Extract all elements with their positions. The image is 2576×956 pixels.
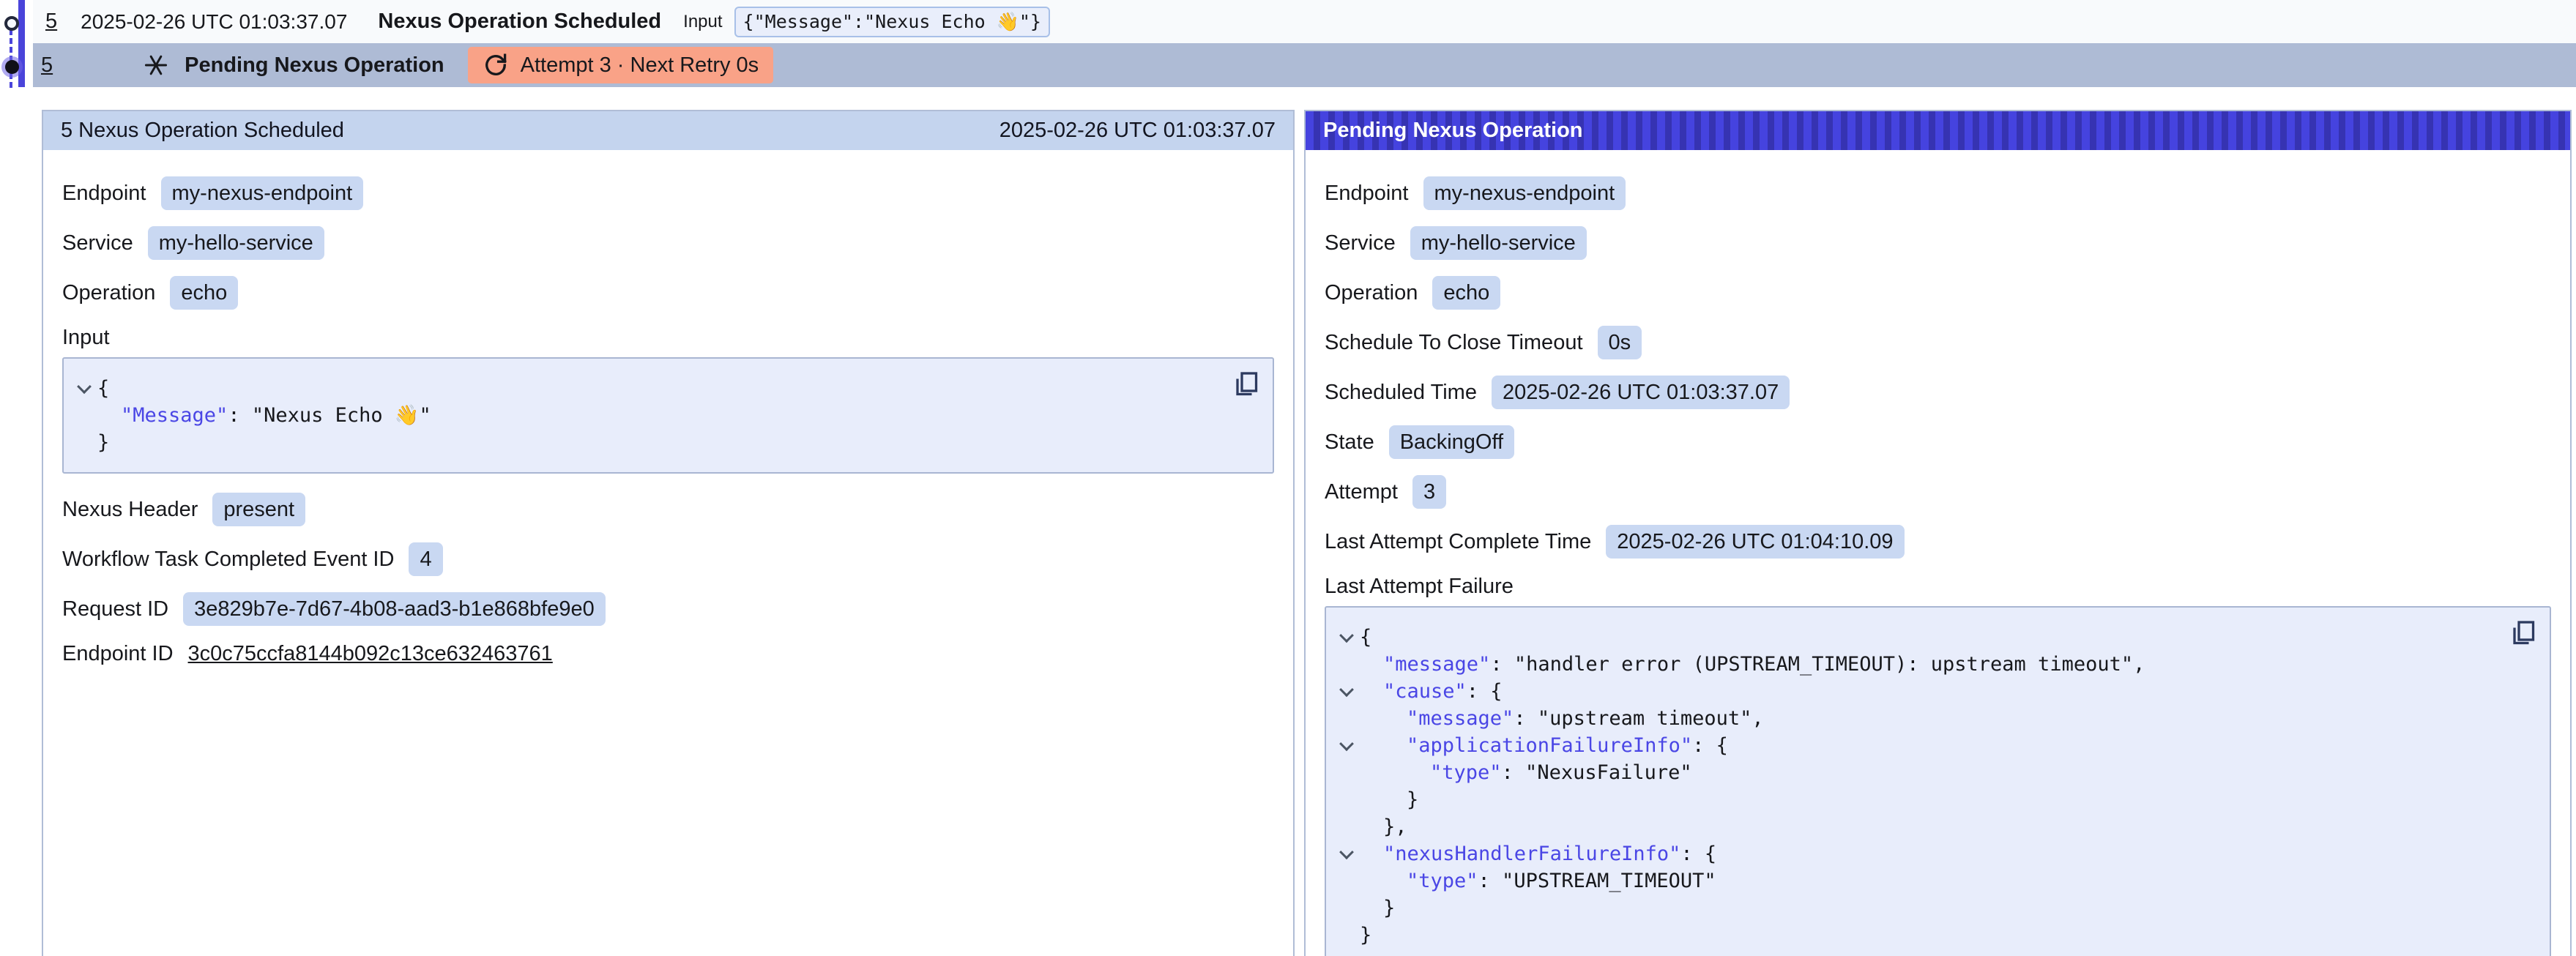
field-nexus-header: Nexus Header present [62, 493, 1274, 526]
code-line: } [71, 429, 1221, 456]
field-operation-value: echo [1432, 276, 1500, 310]
event-id-link[interactable]: 5 [45, 10, 57, 34]
collapse-caret-icon[interactable] [1339, 682, 1354, 697]
field-last-attempt-complete-value: 2025-02-26 UTC 01:04:10.09 [1606, 525, 1904, 559]
timeline-connector [10, 29, 12, 88]
code-line: "nexusHandlerFailureInfo": { [1333, 840, 2498, 867]
retry-icon [483, 52, 509, 78]
collapse-caret-icon[interactable] [1339, 628, 1354, 643]
field-operation: Operation echo [62, 276, 1274, 310]
collapse-caret-icon[interactable] [77, 379, 92, 394]
field-operation-value: echo [170, 276, 238, 310]
field-attempt-value: 3 [1412, 475, 1446, 509]
scheduled-event-panel: 5 Nexus Operation Scheduled 2025-02-26 U… [42, 110, 1295, 956]
event-history-screen: 5 2025-02-26 UTC 01:03:37.07 Nexus Opera… [0, 0, 2576, 956]
field-service-value: my-hello-service [148, 226, 324, 260]
code-line: } [1333, 922, 2498, 949]
field-scheduled-time-label: Scheduled Time [1325, 381, 1477, 405]
pending-operation-panel: Pending Nexus Operation Endpoint my-nexu… [1304, 110, 2572, 956]
event-input-label: Input [683, 12, 722, 32]
code-line: { [1333, 624, 2498, 651]
field-endpoint: Endpoint my-nexus-endpoint [62, 176, 1274, 210]
field-last-attempt-complete-label: Last Attempt Complete Time [1325, 530, 1591, 554]
code-line: } [1333, 786, 2498, 813]
field-endpoint-label: Endpoint [62, 182, 146, 206]
field-schedule-to-close-label: Schedule To Close Timeout [1325, 331, 1583, 355]
field-state-label: State [1325, 430, 1374, 455]
code-line: "type": "UPSTREAM_TIMEOUT" [1333, 867, 2498, 895]
field-endpoint-value: my-nexus-endpoint [1423, 176, 1626, 210]
endpoint-id-link[interactable]: 3c0c75ccfa8144b092c13ce632463761 [188, 642, 553, 666]
field-operation: Operation echo [1325, 276, 2551, 310]
copy-failure-button[interactable] [2510, 619, 2536, 647]
retry-attempt-badge: Attempt 3 · Next Retry 0s [468, 47, 774, 83]
field-state: State BackingOff [1325, 425, 2551, 459]
field-operation-label: Operation [62, 281, 155, 305]
pending-panel-title: Pending Nexus Operation [1323, 119, 1583, 143]
pending-id-link[interactable]: 5 [41, 53, 53, 78]
timeline-node-current-icon [5, 60, 19, 74]
field-wft-event-id-label: Workflow Task Completed Event ID [62, 548, 394, 572]
failure-json-viewer: {"message": "handler error (UPSTREAM_TIM… [1325, 606, 2551, 956]
field-operation-label: Operation [1325, 281, 1418, 305]
retry-badge-label: Attempt 3 · Next Retry 0s [521, 53, 759, 78]
field-schedule-to-close: Schedule To Close Timeout 0s [1325, 326, 2551, 359]
field-request-id: Request ID 3e829b7e-7d67-4b08-aad3-b1e86… [62, 592, 1274, 626]
field-service: Service my-hello-service [62, 226, 1274, 260]
field-endpoint-id-label: Endpoint ID [62, 642, 174, 666]
pending-operation-row[interactable]: 5 Pending Nexus Operation Attempt 3 · Ne… [33, 43, 2576, 87]
code-line: }, [1333, 813, 2498, 840]
field-request-id-value: 3e829b7e-7d67-4b08-aad3-b1e868bfe9e0 [183, 592, 606, 626]
input-section-label: Input [62, 326, 1274, 350]
field-service-label: Service [1325, 231, 1396, 255]
code-line: "cause": { [1333, 678, 2498, 705]
code-line: "applicationFailureInfo": { [1333, 732, 2498, 759]
field-endpoint-id: Endpoint ID 3c0c75ccfa8144b092c13ce63246… [62, 642, 1274, 666]
field-nexus-header-label: Nexus Header [62, 498, 198, 522]
copy-icon [1233, 370, 1259, 398]
code-line: "type": "NexusFailure" [1333, 759, 2498, 786]
scheduled-panel-header: 5 Nexus Operation Scheduled 2025-02-26 U… [43, 111, 1293, 150]
code-line: "message": "upstream timeout", [1333, 705, 2498, 732]
field-attempt: Attempt 3 [1325, 475, 2551, 509]
code-line: "message": "handler error (UPSTREAM_TIME… [1333, 651, 2498, 678]
collapse-caret-icon[interactable] [1339, 736, 1354, 751]
field-service: Service my-hello-service [1325, 226, 2551, 260]
scheduled-panel-timestamp: 2025-02-26 UTC 01:03:37.07 [999, 119, 1276, 143]
timeline-node-open-icon [4, 16, 19, 31]
input-json-viewer: {"Message": "Nexus Echo 👋"} [62, 357, 1274, 474]
field-scheduled-time: Scheduled Time 2025-02-26 UTC 01:03:37.0… [1325, 376, 2551, 409]
field-wft-event-id: Workflow Task Completed Event ID 4 [62, 542, 1274, 576]
field-request-id-label: Request ID [62, 597, 168, 621]
code-line: { [71, 375, 1221, 402]
pending-panel-header: Pending Nexus Operation [1306, 111, 2570, 150]
field-service-value: my-hello-service [1410, 226, 1587, 260]
event-timestamp: 2025-02-26 UTC 01:03:37.07 [81, 10, 347, 34]
event-input-preview-chip[interactable]: {"Message":"Nexus Echo 👋"} [734, 7, 1050, 37]
copy-input-button[interactable] [1233, 370, 1259, 398]
field-last-attempt-complete: Last Attempt Complete Time 2025-02-26 UT… [1325, 525, 2551, 559]
code-line: "Message": "Nexus Echo 👋" [71, 402, 1221, 429]
field-endpoint-label: Endpoint [1325, 182, 1409, 206]
field-service-label: Service [62, 231, 133, 255]
field-nexus-header-value: present [212, 493, 305, 526]
field-scheduled-time-value: 2025-02-26 UTC 01:03:37.07 [1492, 376, 1790, 409]
field-endpoint-value: my-nexus-endpoint [161, 176, 364, 210]
event-row-scheduled[interactable]: 5 2025-02-26 UTC 01:03:37.07 Nexus Opera… [33, 0, 2576, 43]
field-attempt-label: Attempt [1325, 480, 1398, 504]
field-endpoint: Endpoint my-nexus-endpoint [1325, 176, 2551, 210]
selected-event-bar [18, 0, 25, 87]
pending-title: Pending Nexus Operation [185, 53, 444, 78]
code-line: } [1333, 895, 2498, 922]
pending-asterisk-icon [144, 53, 168, 78]
copy-icon [2510, 619, 2536, 647]
field-wft-event-id-value: 4 [409, 542, 442, 576]
field-state-value: BackingOff [1389, 425, 1514, 459]
collapse-caret-icon[interactable] [1339, 845, 1354, 859]
failure-section-label: Last Attempt Failure [1325, 575, 2551, 599]
event-title: Nexus Operation Scheduled [378, 10, 661, 34]
field-schedule-to-close-value: 0s [1598, 326, 1642, 359]
scheduled-panel-title: 5 Nexus Operation Scheduled [61, 119, 344, 143]
